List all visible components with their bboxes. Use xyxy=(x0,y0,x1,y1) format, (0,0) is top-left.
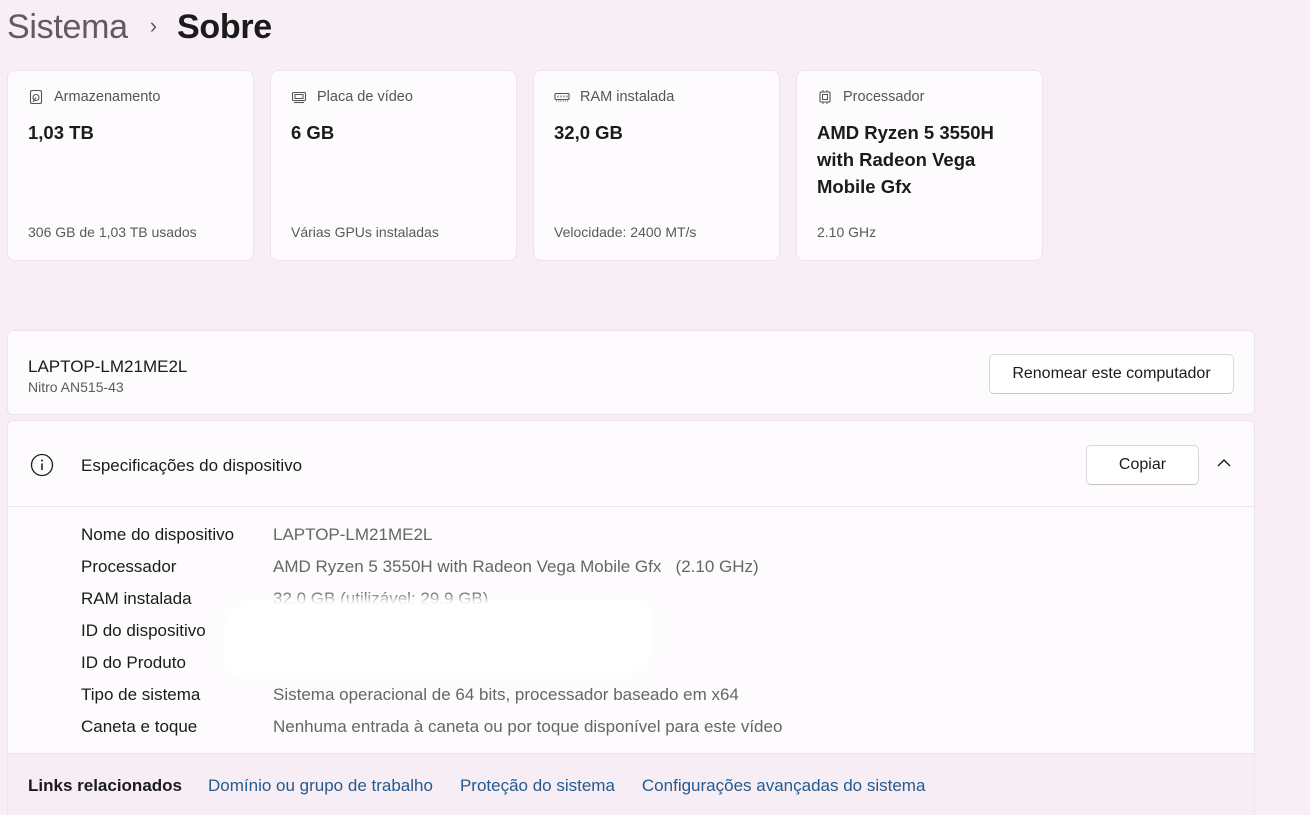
spec-cards: Armazenamento 1,03 TB 306 GB de 1,03 TB … xyxy=(7,70,1043,261)
copy-button[interactable]: Copiar xyxy=(1086,445,1199,485)
device-name: LAPTOP-LM21ME2L xyxy=(28,357,188,376)
spec-label: Processador xyxy=(81,557,177,576)
breadcrumb-separator-icon: › xyxy=(149,13,158,38)
card-title: RAM instalada xyxy=(580,89,675,105)
rename-computer-button[interactable]: Renomear este computador xyxy=(989,354,1234,394)
related-links-bar: Links relacionados Domínio ou grupo de t… xyxy=(8,753,1254,815)
spec-label: Caneta e toque xyxy=(81,717,198,736)
processor-card[interactable]: Processador AMD Ryzen 5 3550H with Radeo… xyxy=(796,70,1043,261)
card-value: 32,0 GB xyxy=(554,122,623,143)
ram-icon xyxy=(554,92,570,102)
device-model: Nitro AN515-43 xyxy=(28,379,124,395)
specs-title: Especificações do dispositivo xyxy=(81,456,303,475)
card-subtext: Várias GPUs instaladas xyxy=(291,224,439,240)
spec-row-pen-touch: Caneta e toque Nenhuma entrada à caneta … xyxy=(81,711,782,743)
card-value: 1,03 TB xyxy=(28,122,94,143)
chevron-up-icon[interactable] xyxy=(1216,457,1232,469)
page-title: Sobre xyxy=(177,7,272,46)
gpu-icon xyxy=(291,91,307,104)
card-subtext: 306 GB de 1,03 TB usados xyxy=(28,224,197,240)
ram-card[interactable]: RAM instalada 32,0 GB Velocidade: 2400 M… xyxy=(533,70,780,261)
spec-value: LAPTOP-LM21ME2L xyxy=(273,525,433,544)
device-name-panel: LAPTOP-LM21ME2L Nitro AN515-43 Renomear … xyxy=(7,330,1255,415)
spec-row-device-name: Nome do dispositivo LAPTOP-LM21ME2L xyxy=(81,519,782,551)
gpu-card[interactable]: Placa de vídeo 6 GB Várias GPUs instalad… xyxy=(270,70,517,261)
cpu-icon xyxy=(819,90,831,104)
spec-label: Nome do dispositivo xyxy=(81,525,235,544)
card-title: Armazenamento xyxy=(54,89,161,105)
breadcrumb-parent[interactable]: Sistema xyxy=(7,8,128,47)
domain-workgroup-link[interactable]: Domínio ou grupo de trabalho xyxy=(208,776,433,796)
spec-row-system-type: Tipo de sistema Sistema operacional de 6… xyxy=(81,679,782,711)
related-links-label: Links relacionados xyxy=(28,776,182,795)
spec-label: Tipo de sistema xyxy=(81,685,201,704)
card-value: 6 GB xyxy=(291,122,335,143)
spec-value: Nenhuma entrada à caneta ou por toque di… xyxy=(273,717,783,736)
system-protection-link[interactable]: Proteção do sistema xyxy=(460,776,615,796)
specs-header[interactable]: Especificações do dispositivo Copiar xyxy=(8,421,1254,507)
storage-card[interactable]: Armazenamento 1,03 TB 306 GB de 1,03 TB … xyxy=(7,70,254,261)
breadcrumb: Sistema › Sobre xyxy=(7,5,272,49)
advanced-system-settings-link[interactable]: Configurações avançadas do sistema xyxy=(642,776,926,796)
card-title: Placa de vídeo xyxy=(317,89,413,105)
card-subtext: Velocidade: 2400 MT/s xyxy=(554,224,697,240)
spec-row-processor: Processador AMD Ryzen 5 3550H with Radeo… xyxy=(81,551,782,583)
card-value: AMD Ryzen 5 3550H with Radeon Vega Mobil… xyxy=(817,122,994,197)
storage-icon xyxy=(29,89,43,105)
spec-value: Sistema operacional de 64 bits, processa… xyxy=(273,685,739,704)
info-icon xyxy=(30,453,54,477)
spec-value: AMD Ryzen 5 3550H with Radeon Vega Mobil… xyxy=(273,557,759,576)
card-title: Processador xyxy=(843,89,925,105)
card-subtext: 2.10 GHz xyxy=(817,224,877,240)
redaction-mark xyxy=(228,604,648,670)
